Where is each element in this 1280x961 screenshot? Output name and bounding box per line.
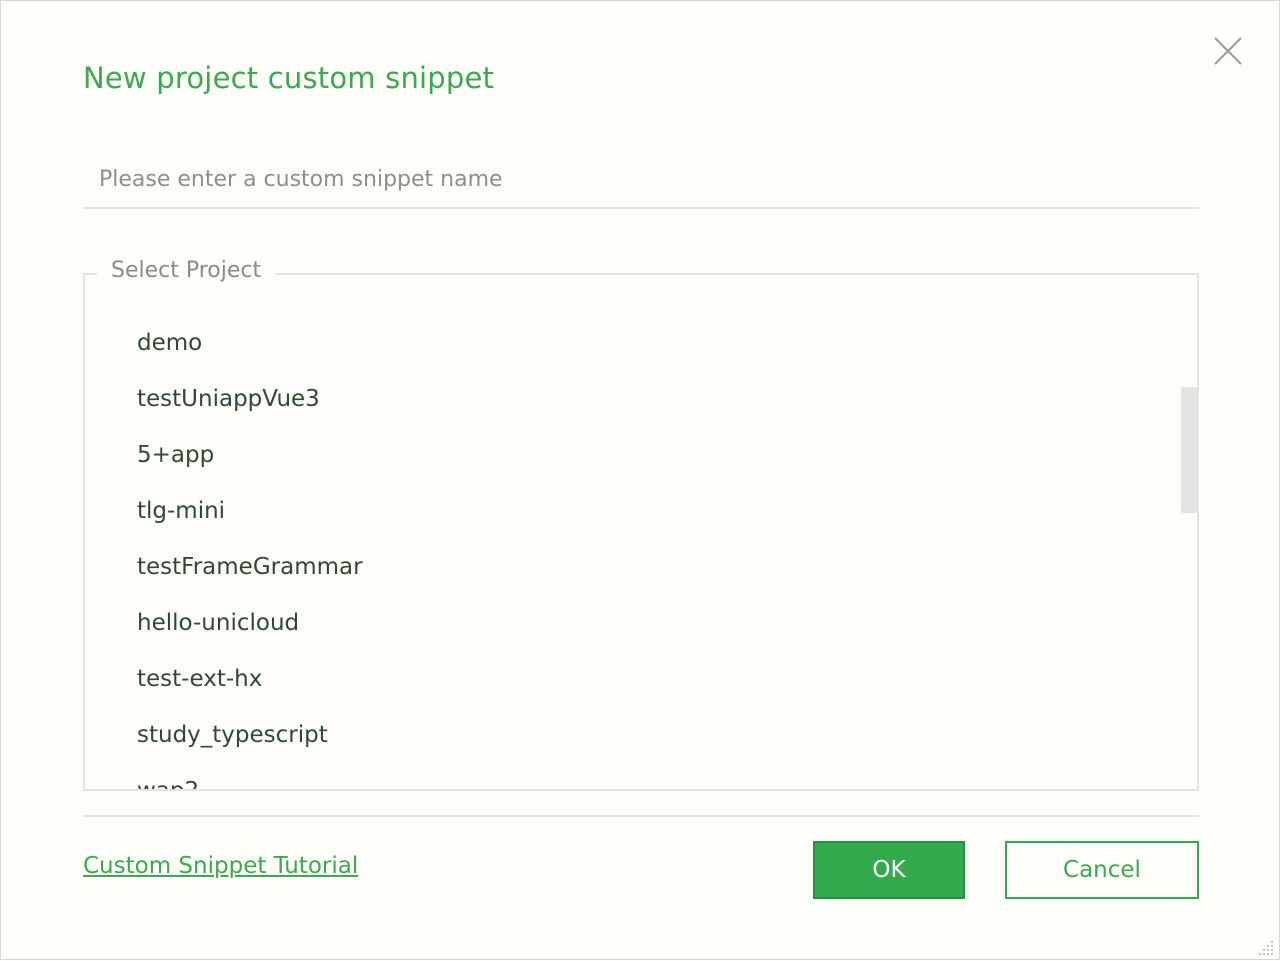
- project-list[interactable]: demo testUniappVue3 5+app tlg-mini testFrame…: [85, 315, 1175, 789]
- snippet-name-input[interactable]: [83, 151, 1199, 209]
- project-item[interactable]: testUniappVue3: [85, 371, 1175, 427]
- select-project-group: Select Project demo testUniappVue3 5+app tl…: [83, 258, 1199, 791]
- select-project-legend: Select Project: [97, 258, 276, 283]
- custom-snippet-tutorial-link[interactable]: Custom Snippet Tutorial: [83, 853, 358, 879]
- project-item[interactable]: test-ext-hx: [85, 651, 1175, 707]
- project-item[interactable]: tlg-mini: [85, 483, 1175, 539]
- ok-button[interactable]: OK: [813, 841, 965, 899]
- project-list-scrollbar[interactable]: [1181, 387, 1197, 513]
- project-item[interactable]: demo: [85, 315, 1175, 371]
- close-icon: [1214, 37, 1242, 65]
- project-item[interactable]: study_typescript: [85, 707, 1175, 763]
- project-item[interactable]: wap2: [85, 763, 1175, 789]
- close-button[interactable]: [1212, 35, 1244, 67]
- project-item[interactable]: testFrameGrammar: [85, 539, 1175, 595]
- cancel-button[interactable]: Cancel: [1005, 841, 1199, 899]
- resize-grip-icon[interactable]: [1255, 937, 1275, 957]
- project-item[interactable]: 5+app: [85, 427, 1175, 483]
- dialog-title: New project custom snippet: [83, 61, 495, 95]
- project-item[interactable]: hello-unicloud: [85, 595, 1175, 651]
- footer-divider: [83, 815, 1199, 817]
- new-snippet-dialog: New project custom snippet Select Projec…: [0, 0, 1280, 960]
